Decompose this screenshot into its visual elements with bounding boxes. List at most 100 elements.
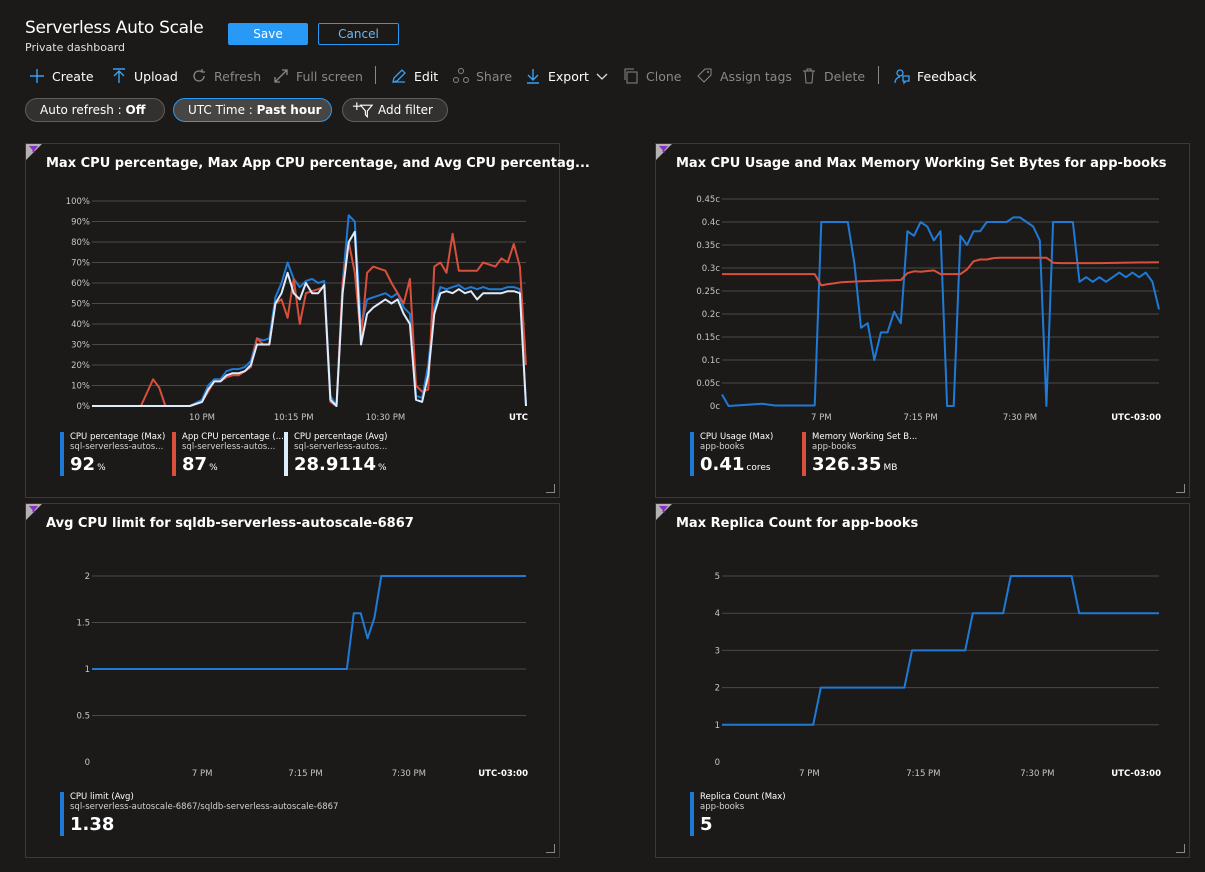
trash-icon (803, 68, 815, 84)
y-tick-label: 1.5 (76, 619, 90, 629)
add-filter-button[interactable]: Add filter (342, 98, 448, 122)
add-filter-icon (353, 102, 374, 119)
filter-icon (29, 146, 38, 153)
assign-tags-button[interactable]: Assign tags (696, 64, 792, 88)
resize-handle[interactable] (1176, 484, 1185, 493)
resize-handle[interactable] (1176, 844, 1185, 853)
tile-replica-count[interactable]: Max Replica Count for app-books 5 4 3 2 1 0 7 … (655, 503, 1190, 858)
y-tick-label: 0.5 (76, 712, 90, 722)
y-tick-label: 2 (85, 572, 90, 582)
legend-value: 92% (70, 454, 106, 475)
y-tick-label: 40% (71, 320, 90, 330)
x-axis-unit: UTC (509, 413, 528, 423)
chevron-down-icon (596, 73, 608, 80)
filter-icon (29, 506, 38, 513)
legend-color-bar (690, 792, 694, 836)
filter-icon (659, 146, 668, 153)
legend-series-source: app-books (812, 442, 857, 452)
legend-color-bar (284, 432, 288, 476)
tile-title: Max Replica Count for app-books (676, 516, 919, 531)
fullscreen-label: Full screen (296, 68, 363, 84)
legend-series-name: Replica Count (Max) (700, 792, 786, 802)
x-tick-label: 7 PM (799, 769, 820, 779)
x-tick-label: 7 PM (192, 769, 213, 779)
x-tick-label: 10 PM (189, 413, 215, 423)
legend-series-source: app-books (700, 802, 745, 812)
y-tick-label: 1 (715, 721, 720, 731)
y-tick-label: 1 (85, 665, 90, 675)
legend-series-name: CPU percentage (Avg) (294, 432, 388, 442)
tile-cpu-limit[interactable]: Avg CPU limit for sqldb-serverless-autos… (25, 503, 560, 858)
feedback-button[interactable]: Feedback (893, 64, 977, 88)
x-axis-unit: UTC-03:00 (1111, 769, 1161, 779)
resize-handle[interactable] (546, 484, 555, 493)
legend-series-source: app-books (700, 442, 745, 452)
plus-icon (30, 69, 44, 83)
tile-title: Avg CPU limit for sqldb-serverless-autos… (46, 516, 414, 531)
x-tick-label: 7:15 PM (904, 413, 938, 423)
upload-button[interactable]: Upload (110, 64, 178, 88)
legend-color-bar (690, 432, 694, 476)
legend-color-bar (60, 432, 64, 476)
share-button[interactable]: Share (452, 64, 512, 88)
legend-series-source: sql-serverless-autos... (294, 442, 388, 452)
cpu-memory-chart: 0.45c 0.4c 0.35c 0.3c 0.25c 0.2c 0.15c 0.1c 0.05… (696, 195, 1161, 423)
upload-label: Upload (134, 68, 178, 84)
time-range-label: UTC Time : (188, 103, 257, 117)
download-icon (527, 69, 539, 84)
delete-button[interactable]: Delete (800, 64, 865, 88)
toolbar-divider (878, 66, 879, 84)
time-range-pill[interactable]: UTC Time : Past hour (173, 98, 332, 122)
filter-icon (659, 506, 668, 513)
auto-refresh-value: Off (125, 103, 146, 117)
edit-button[interactable]: Edit (390, 64, 438, 88)
legend-value: 28.9114% (294, 454, 387, 475)
y-tick-label: 10% (71, 382, 90, 392)
feedback-icon (894, 69, 910, 85)
legend-color-bar (172, 432, 176, 476)
series-line (92, 230, 527, 407)
y-tick-label: 60% (71, 279, 90, 289)
create-button[interactable]: Create (28, 64, 94, 88)
y-tick-label: 80% (71, 238, 90, 248)
y-tick-label: 20% (71, 361, 90, 371)
y-tick-label: 0.3c (702, 264, 721, 274)
y-tick-label: 0c (710, 402, 720, 412)
x-tick-label: 7:30 PM (1003, 413, 1037, 423)
refresh-button[interactable]: Refresh (190, 64, 261, 88)
feedback-label: Feedback (917, 68, 977, 84)
export-button[interactable]: Export (524, 64, 609, 88)
resize-handle[interactable] (546, 844, 555, 853)
replica-count-chart: 5 4 3 2 1 0 7 PM 7:15 PM 7:30 PM UTC-03:00 (715, 572, 1162, 779)
x-axis-unit: UTC-03:00 (1111, 413, 1161, 423)
legend-series-source: sql-serverless-autoscale-6867/sqldb-serv… (70, 802, 339, 812)
clone-icon (624, 68, 638, 84)
refresh-icon (193, 69, 205, 82)
time-range-value: Past hour (256, 103, 322, 117)
series-line (92, 214, 527, 407)
share-label: Share (476, 68, 513, 84)
tile-cpu-memory[interactable]: Max CPU Usage and Max Memory Working Set… (655, 143, 1190, 498)
export-label: Export (548, 68, 589, 84)
auto-refresh-pill[interactable]: Auto refresh : Off (25, 98, 165, 122)
y-tick-label: 50% (71, 300, 90, 310)
share-icon (453, 68, 469, 83)
fullscreen-button[interactable]: Full screen (272, 64, 363, 88)
save-button[interactable]: Save (228, 23, 308, 45)
upload-icon (113, 68, 125, 83)
page-title: Serverless Auto Scale (25, 18, 204, 38)
y-tick-label: 4 (715, 609, 720, 619)
clone-label: Clone (646, 68, 682, 84)
add-filter-label: Add filter (378, 103, 433, 117)
tile-cpu-percentage[interactable]: Max CPU percentage, Max App CPU percenta… (25, 143, 590, 498)
refresh-label: Refresh (214, 68, 262, 84)
page-subtitle: Private dashboard (25, 41, 126, 54)
y-tick-label: 5 (715, 572, 720, 582)
create-label: Create (52, 68, 94, 84)
toolbar-divider (375, 66, 376, 84)
cancel-button[interactable]: Cancel (318, 23, 399, 45)
legend-color-bar (60, 792, 64, 836)
legend-series-name: App CPU percentage (... (182, 432, 284, 442)
y-tick-label: 70% (71, 259, 90, 269)
clone-button[interactable]: Clone (622, 64, 681, 88)
